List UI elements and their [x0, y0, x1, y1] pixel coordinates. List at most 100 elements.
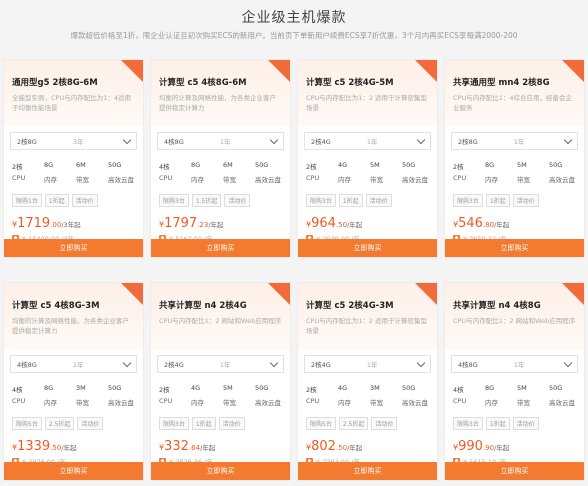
spec-dropdown[interactable]: 2核4G 1年 — [304, 355, 431, 373]
spec-value: 5M — [517, 384, 527, 392]
spec-value: 5M — [370, 161, 380, 169]
price: ¥990.90/年起 — [453, 435, 584, 454]
spec-label: 内存 — [191, 176, 204, 184]
product-card: 共享通用型 mn4 2核8G CPU与内存配比1：4综合应用，经备会企业服务 2… — [444, 59, 585, 258]
hot-corner-tag — [121, 60, 143, 82]
product-description: 全能型实例，CPU与内存配比为1：4适用于均衡性能场景 — [12, 94, 131, 112]
spec-value: 4G — [338, 161, 348, 169]
spec-label: 带宽 — [370, 399, 383, 407]
spec-label: 带宽 — [370, 176, 383, 184]
spec-table: 4核 8G 3M 50G CPU 内存 带宽 高效云盘 — [12, 384, 143, 407]
hot-corner-tag — [268, 60, 290, 82]
card-header: 计算型 c5 2核4G-3M CPU与内存配比为1：2 适用于计算密集型场景 — [298, 283, 437, 349]
promo-badge: 活动价 — [71, 194, 98, 207]
spec-dropdown[interactable]: 2核8G 1年 — [451, 132, 578, 150]
product-card: 计算型 c5 2核4G-3M CPU与内存配比为1：2 适用于计算密集型场景 2… — [297, 282, 438, 481]
badge-row: 限购5台 2.5折起 活动价 — [306, 417, 437, 430]
price: ¥802.50/年起 — [306, 435, 437, 454]
spec-table: 2核 8G 6M 50G CPU 内存 带宽 高效云盘 — [12, 161, 143, 184]
spec-dropdown-value: 2核4G — [164, 361, 184, 369]
price-unit: /年起 — [347, 221, 363, 229]
buy-now-button[interactable]: 立即购买 — [4, 239, 143, 257]
discount-badge: 2.5折起 — [44, 417, 75, 430]
price-decimal: .00 — [50, 221, 62, 229]
spec-label: 高效云盘 — [402, 399, 428, 407]
spec-label: 内存 — [485, 399, 498, 407]
buy-now-button[interactable]: 立即购买 — [298, 239, 437, 257]
spec-value: 5M — [517, 161, 527, 169]
spec-dropdown[interactable]: 2核4G 1年 — [304, 132, 431, 150]
price-decimal: .80 — [482, 221, 495, 229]
spec-dropdown-value: 2核4G — [311, 138, 331, 146]
buy-now-button[interactable]: 立即购买 — [4, 462, 143, 480]
spec-table: 4核 8G 5M 50G CPU 内存 带宽 高效云盘 — [453, 384, 584, 407]
spec-dropdown[interactable]: 2核4G 1年 — [157, 355, 284, 373]
spec-value: 8G — [485, 161, 495, 169]
price-decimal: .50 — [335, 221, 348, 229]
buy-now-button[interactable]: 立即购买 — [445, 462, 584, 480]
price-integer: 546 — [458, 216, 483, 231]
card-header: 通用型g5 2核8G-6M 全能型实例，CPU与内存配比为1：4适用于均衡性能场… — [4, 60, 143, 126]
price: ¥1797.23/年起 — [159, 212, 290, 231]
price: ¥546.80/年起 — [453, 212, 584, 231]
discount-badge: 2.5折起 — [338, 417, 369, 430]
hot-corner-tag — [415, 60, 437, 82]
discount-badge: 1折起 — [485, 194, 510, 207]
price-integer: 802 — [311, 439, 336, 454]
badge-row: 限购1台 1折起 活动价 — [12, 194, 143, 207]
spec-label: CPU — [12, 397, 26, 405]
spec-label: 高效云盘 — [402, 176, 428, 184]
spec-value: 6M — [76, 161, 86, 169]
spec-value: 4核 — [159, 163, 170, 171]
spec-label: 高效云盘 — [108, 399, 134, 407]
chevron-down-icon — [269, 358, 279, 367]
product-name: 计算型 c5 4核8G-3M — [12, 301, 100, 311]
spec-label: 带宽 — [76, 176, 89, 184]
discount-badge: 1折起 — [191, 417, 216, 430]
period-value: 1年 — [219, 361, 231, 369]
badge-row: 限购5台 2.5折起 活动价 — [12, 417, 143, 430]
spec-value: 3M — [370, 384, 380, 392]
spec-label: 高效云盘 — [255, 399, 281, 407]
spec-label: CPU — [453, 397, 467, 405]
buy-now-button[interactable]: 立即购买 — [445, 239, 584, 257]
card-header: 共享计算型 n4 2核4G CPU与内存配比1：2 网站和Web应用程序 — [151, 283, 290, 349]
promo-badge: 活动价 — [218, 417, 245, 430]
chevron-down-icon — [122, 358, 132, 367]
price-decimal: .50 — [335, 444, 348, 452]
spec-label: 内存 — [191, 399, 204, 407]
spec-dropdown[interactable]: 4核8G 1年 — [10, 355, 137, 373]
spec-value: 2核 — [306, 163, 317, 171]
spec-label: 带宽 — [517, 176, 530, 184]
buy-now-button[interactable]: 立即购买 — [298, 462, 437, 480]
product-name: 通用型g5 2核8G-6M — [12, 78, 98, 88]
badge-row: 限购3台 1折起 活动价 — [453, 417, 584, 430]
buy-now-button[interactable]: 立即购买 — [151, 462, 290, 480]
spec-dropdown[interactable]: 2核8G 3年 — [10, 132, 137, 150]
product-name: 计算型 c5 2核4G-3M — [306, 301, 394, 311]
spec-dropdown[interactable]: 4核8G 1年 — [157, 132, 284, 150]
spec-dropdown[interactable]: 4核8G 1年 — [451, 355, 578, 373]
promo-badge: 活动价 — [371, 417, 398, 430]
price-decimal: .23 — [197, 221, 209, 229]
spec-table: 2核 4G 5M 50G CPU 内存 带宽 高效云盘 — [306, 161, 437, 184]
card-header: 共享通用型 mn4 2核8G CPU与内存配比1：4综合应用，经备会企业服务 — [445, 60, 584, 126]
spec-value: 4核 — [453, 386, 464, 394]
limit-badge: 限购3台 — [159, 417, 189, 430]
product-description: 均衡的计算及网络性能，为各类企业客户提供稳定计算力 — [159, 94, 276, 112]
discount-badge: 1折起 — [338, 194, 363, 207]
price: ¥1719.00/3年起 — [12, 212, 143, 231]
spec-value: 2核 — [306, 386, 317, 394]
card-header: 共享计算型 n4 4核8G CPU与内存配比1：2 网站和Web应用程序 — [445, 283, 584, 349]
product-description: CPU与内存配比1：4综合应用，经备会企业服务 — [453, 94, 572, 112]
spec-label: CPU — [12, 174, 26, 182]
spec-label: 高效云盘 — [549, 176, 575, 184]
spec-label: 带宽 — [223, 399, 236, 407]
spec-label: 内存 — [338, 399, 351, 407]
spec-value: 50G — [255, 384, 269, 392]
card-header: 计算型 c5 4核8G-6M 均衡的计算及网络性能，为各类企业客户提供稳定计算力 — [151, 60, 290, 126]
chevron-down-icon — [563, 135, 573, 144]
period-value: 1年 — [72, 361, 84, 369]
buy-now-button[interactable]: 立即购买 — [151, 239, 290, 257]
price-decimal: .50 — [50, 444, 62, 452]
